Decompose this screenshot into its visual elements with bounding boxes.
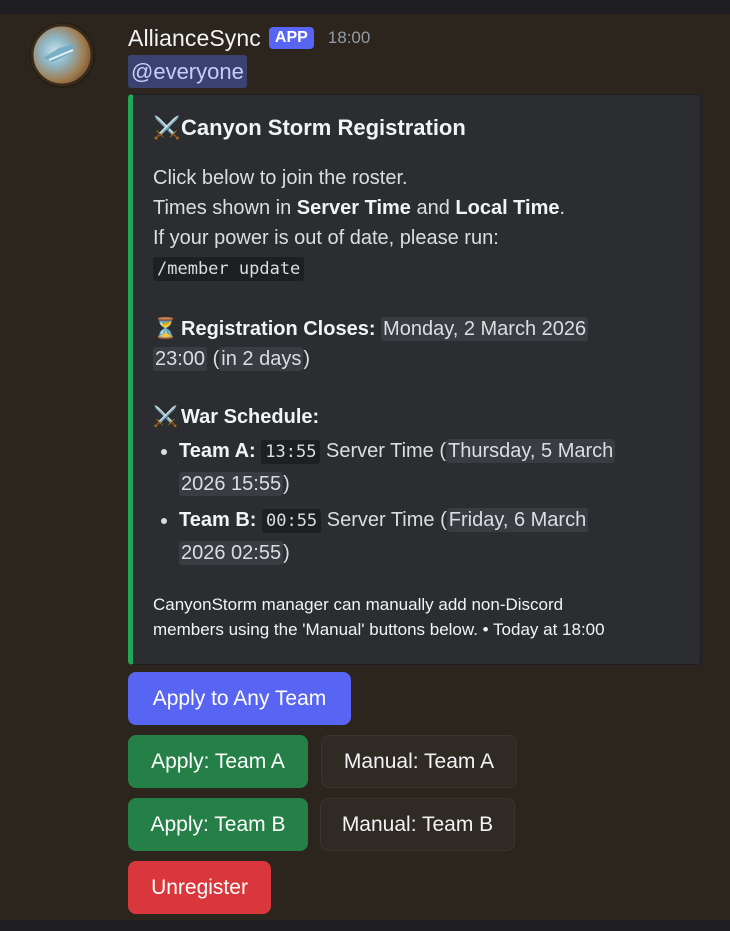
message-timestamp[interactable]: 18:00 bbox=[328, 28, 371, 48]
closes-timestamp[interactable]: Monday, 2 March 2026 bbox=[381, 317, 589, 341]
desc-line-2: Times shown in Server Time and Local Tim… bbox=[153, 197, 566, 219]
schedule-item-team-b: Team B: 00:55 Server Time (Friday, 6 Mar… bbox=[179, 504, 615, 569]
team-a-server-time: 13:55 bbox=[261, 440, 321, 464]
war-schedule-heading: ⚔️ War Schedule: bbox=[153, 402, 615, 432]
team-b-server-time: 00:55 bbox=[261, 509, 322, 533]
apply-team-a-button[interactable]: Apply: Team A bbox=[128, 735, 308, 788]
registration-embed: ⚔️Canyon Storm Registration Click below … bbox=[128, 94, 701, 665]
manual-team-b-button[interactable]: Manual: Team B bbox=[320, 798, 515, 851]
closes-timestamp-time[interactable]: 23:00 bbox=[153, 347, 208, 371]
top-strip bbox=[0, 0, 730, 14]
embed-description: Click below to join the roster. Times sh… bbox=[153, 163, 616, 569]
message-header: AllianceSync APP 18:00 bbox=[128, 24, 370, 52]
bot-avatar[interactable] bbox=[29, 22, 95, 88]
hourglass-icon: ⏳ bbox=[153, 318, 178, 340]
desc-line-3: If your power is out of date, please run… bbox=[153, 227, 499, 249]
embed-title: ⚔️Canyon Storm Registration bbox=[153, 115, 466, 141]
desc-line-1: Click below to join the roster. bbox=[153, 167, 408, 189]
username[interactable]: AllianceSync bbox=[128, 25, 261, 52]
manual-team-a-button[interactable]: Manual: Team A bbox=[321, 735, 517, 788]
team-a-local-time-2[interactable]: 2026 15:55 bbox=[179, 472, 284, 496]
unregister-button[interactable]: Unregister bbox=[128, 861, 271, 914]
schedule-item-team-a: Team A: 13:55 Server Time (Thursday, 5 M… bbox=[179, 435, 616, 500]
registration-closes: ⏳ Registration Closes: Monday, 2 March 20… bbox=[153, 314, 615, 344]
team-b-local-time[interactable]: Friday, 6 March bbox=[446, 508, 589, 532]
crossed-swords-icon: ⚔️ bbox=[153, 406, 178, 428]
team-a-local-time[interactable]: Thursday, 5 March bbox=[446, 439, 616, 463]
crossed-swords-icon: ⚔️ bbox=[153, 115, 181, 140]
everyone-mention[interactable]: @everyone bbox=[128, 55, 247, 88]
bottom-strip bbox=[0, 920, 730, 931]
apply-team-b-button[interactable]: Apply: Team B bbox=[128, 798, 308, 851]
schedule-list: Team A: 13:55 Server Time (Thursday, 5 M… bbox=[153, 435, 616, 569]
member-update-command: /member update bbox=[153, 257, 305, 281]
apply-any-team-button[interactable]: Apply to Any Team bbox=[128, 672, 351, 725]
embed-title-text: Canyon Storm Registration bbox=[181, 115, 466, 140]
embed-footer: CanyonStorm manager can manually add non… bbox=[153, 595, 605, 639]
app-badge: APP bbox=[268, 27, 314, 49]
closes-relative-time[interactable]: in 2 days bbox=[219, 347, 304, 371]
team-b-local-time-2[interactable]: 2026 02:55 bbox=[179, 541, 284, 565]
